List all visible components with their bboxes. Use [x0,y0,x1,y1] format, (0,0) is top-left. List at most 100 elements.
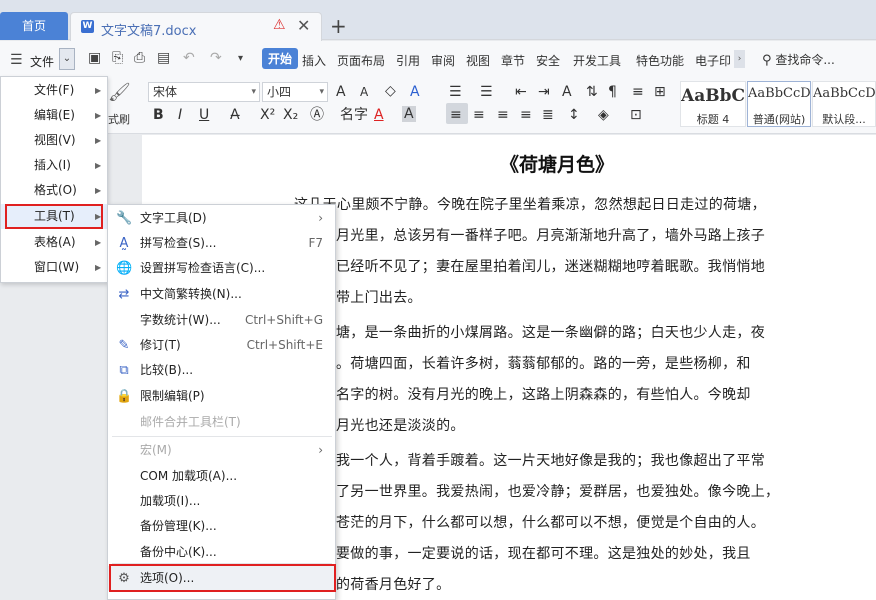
menu-item-format[interactable]: 格式(O) ▶ [1,178,107,203]
phonetic-icon[interactable]: 名字 [340,107,368,123]
submenu-arrow-icon: ▶ [95,238,102,247]
subscript-icon[interactable]: X₂ [283,107,298,123]
undo-icon[interactable]: ↶ [183,50,195,66]
doc-line: 名字的树。没有月光的晚上，这路上阴森森的，有些怕人。今晚却 [336,387,751,403]
tab-references[interactable]: 引用 [396,52,420,69]
superscript-icon[interactable]: X² [260,107,275,123]
menu-item-label: COM 加载项(A)... [140,469,238,483]
more-tabs-button[interactable]: › [734,50,745,68]
tab-e-seal[interactable]: 电子印 [695,52,731,69]
search-command[interactable]: ⚲ 查找命令... [762,51,835,68]
style-heading4[interactable]: AaBbC 标题 4 [680,81,746,127]
menu-item-com-addins[interactable]: COM 加载项(A)... [108,464,335,489]
close-tab-icon[interactable]: ✕ [297,16,310,35]
menu-item-view[interactable]: 视图(V) ▶ [1,128,107,153]
strikethrough-icon[interactable]: A̶ [230,107,240,123]
menu-item-backup-center[interactable]: 备份中心(K)... [108,540,335,565]
menu-item-text-tools[interactable]: 🔧 文字工具(D) › [108,206,335,231]
menu-item-label: 限制编辑(P) [140,389,205,403]
font-size-select[interactable]: 小四 ▾ [262,82,328,102]
tab-view[interactable]: 视图 [466,52,490,69]
bullet-list-icon[interactable]: ☰ [449,84,462,100]
doc-line: 这几天心里颇不宁静。今晚在院子里坐着乘凉，忽然想起日日走过的荷塘， [294,197,766,213]
style-normal-web[interactable]: AaBbCcDd 普通(网站) [747,81,811,127]
format-painter-label[interactable]: 式刷 [108,111,130,127]
tab-section[interactable]: 章节 [501,52,525,69]
tab-review[interactable]: 审阅 [431,52,455,69]
tab-document[interactable]: W 文字文稿7.docx ⚠ ✕ [70,12,322,41]
paragraph-icon[interactable]: ≡ [632,84,644,100]
align-left-icon: ≡ [450,107,462,123]
style-label: 普通(网站) [752,113,806,126]
new-tab-button[interactable]: + [330,14,347,38]
menu-item-addins[interactable]: 加载项(I)... [108,489,335,514]
font-color-button[interactable]: A [374,107,384,123]
text-effect-icon[interactable]: Ⓐ [310,107,324,123]
chevron-down-icon[interactable]: ⌄ [59,48,75,70]
file-menu-button[interactable]: 文件 [30,53,54,70]
highlight-box-tools [5,204,103,229]
tab-start[interactable]: 开始 [262,48,299,69]
shading-icon[interactable]: ◈ [598,107,609,123]
show-marks-icon[interactable]: ¶ [608,84,617,100]
chinese-layout-icon[interactable]: A [562,84,572,100]
print-preview-icon[interactable]: ▤ [157,50,170,66]
quick-access-chevron-icon[interactable]: ▾ [238,53,243,64]
menu-item-label: 插入(I) [34,158,71,172]
pinyin-icon[interactable]: A [410,84,420,100]
border-icon[interactable]: ⊡ [630,107,642,123]
tab-features[interactable]: 特色功能 [636,52,684,69]
menu-item-word-count[interactable]: 字数统计(W)... Ctrl+Shift+G [108,308,335,333]
menu-item-track-changes[interactable]: ✎ 修订(T) Ctrl+Shift+E [108,333,335,358]
increase-indent-icon[interactable]: ⇥ [538,84,550,100]
menu-item-compare[interactable]: ⧉ 比较(B)... [108,358,335,383]
menu-item-label: 设置拼写检查语言(C)... [140,261,266,275]
doc-line: 带上门出去。 [336,290,422,306]
submenu-arrow-icon: ▶ [95,161,102,170]
menu-item-spell-language[interactable]: 🌐 设置拼写检查语言(C)... [108,256,335,281]
highlight-icon[interactable]: A [402,106,416,122]
align-right-icon[interactable]: ≡ [497,107,509,123]
menu-item-insert[interactable]: 插入(I) ▶ [1,153,107,178]
decrease-indent-icon[interactable]: ⇤ [515,84,527,100]
tab-page-layout[interactable]: 页面布局 [337,52,385,69]
print-icon[interactable]: ⎙ [134,50,145,66]
numbered-list-icon[interactable]: ☰ [480,84,493,100]
clear-format-icon[interactable]: ◇ [385,83,396,99]
style-default-paragraph[interactable]: AaBbCcDd 默认段... [812,81,876,127]
shrink-font-icon[interactable]: A [360,84,368,100]
format-painter-icon[interactable]: 🖌 [108,82,131,104]
align-center-icon[interactable]: ≡ [473,107,485,123]
grow-font-icon[interactable]: A [336,84,346,100]
justify-icon[interactable]: ≡ [520,107,532,123]
font-family-select[interactable]: 宋体 ▾ [148,82,260,102]
menu-item-label: 字数统计(W)... [140,313,221,327]
menu-item-chinese-convert[interactable]: ⇄ 中文简繁转换(N)... [108,282,335,307]
tab-security[interactable]: 安全 [536,52,560,69]
table-grid-icon[interactable]: ⊞ [654,84,666,100]
spellcheck-icon: A̰ [119,236,129,251]
underline-button[interactable]: U [199,107,209,123]
redo-icon[interactable]: ↷ [210,50,222,66]
menu-item-backup-manage[interactable]: 备份管理(K)... [108,514,335,539]
menu-item-window[interactable]: 窗口(W) ▶ [1,255,107,280]
tab-home[interactable]: 首页 [0,12,68,40]
line-spacing-icon[interactable]: ↕ [568,107,580,123]
distributed-icon[interactable]: ≣ [542,107,554,123]
export-icon[interactable]: ⎘ [112,50,123,66]
sort-icon[interactable]: ⇅ [586,84,598,100]
bold-button[interactable]: B [153,107,164,123]
italic-button[interactable]: I [178,107,182,123]
menu-item-table[interactable]: 表格(A) ▶ [1,230,107,255]
tab-developer[interactable]: 开发工具 [573,52,621,69]
save-icon[interactable]: ▣ [88,50,101,66]
menu-item-spellcheck[interactable]: A̰ 拼写检查(S)... F7 [108,231,335,256]
hamburger-icon[interactable]: ☰ [10,52,23,68]
style-label: 标题 4 [696,113,730,126]
menu-item-label: 窗口(W) [34,260,80,274]
menu-item-restrict-edit[interactable]: 🔒 限制编辑(P) [108,384,335,409]
search-icon: ⚲ [762,53,772,68]
tab-insert[interactable]: 插入 [302,52,326,69]
menu-item-file[interactable]: 文件(F) ▶ [1,78,107,103]
menu-item-edit[interactable]: 编辑(E) ▶ [1,103,107,128]
